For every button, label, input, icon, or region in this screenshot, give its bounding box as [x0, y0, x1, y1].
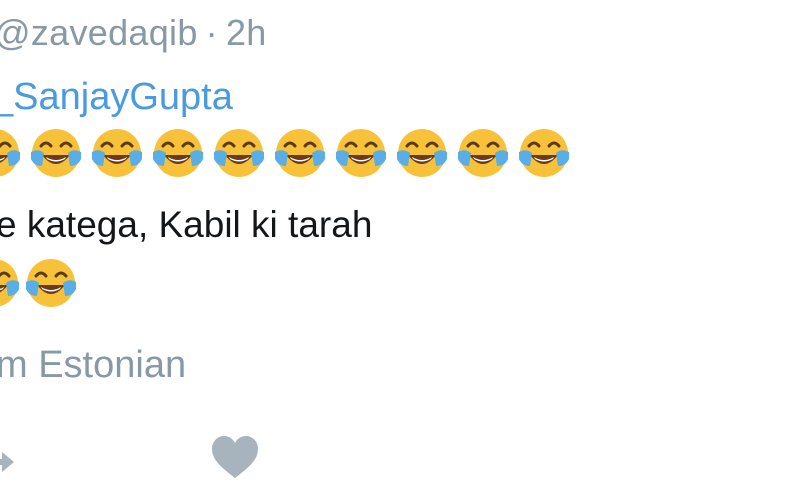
- joy-emoji-icon: [0, 126, 22, 180]
- tweet-body-text: e katega, Kabil ki tarah: [0, 204, 373, 245]
- joy-emoji-icon: [24, 256, 78, 310]
- user-handle[interactable]: @zavedaqib: [0, 12, 198, 53]
- joy-emoji-icon: [456, 126, 510, 180]
- joy-emoji-icon: [517, 126, 571, 180]
- reply-mention[interactable]: _SanjayGupta: [0, 76, 233, 119]
- tweet-header: @zavedaqib · 2h: [0, 12, 267, 54]
- joy-emoji-icon: [273, 126, 327, 180]
- joy-emoji-icon: [0, 256, 21, 310]
- joy-emoji-icon: [29, 126, 83, 180]
- joy-emoji-icon: [395, 126, 449, 180]
- joy-emoji-icon: [151, 126, 205, 180]
- tweet-card: @zavedaqib · 2h _SanjayGupta e katega, Kab…: [0, 0, 800, 500]
- meta-separator: ·: [205, 12, 218, 53]
- joy-emoji-icon: [90, 126, 144, 180]
- emoji-row-1: [0, 126, 571, 186]
- joy-emoji-icon: [212, 126, 266, 180]
- emoji-row-2: [0, 256, 78, 316]
- translate-link[interactable]: m Estonian: [0, 344, 186, 387]
- reply-arrow-icon[interactable]: [0, 436, 22, 476]
- tweet-timestamp[interactable]: 2h: [226, 12, 267, 53]
- heart-icon[interactable]: [210, 434, 260, 482]
- joy-emoji-icon: [334, 126, 388, 180]
